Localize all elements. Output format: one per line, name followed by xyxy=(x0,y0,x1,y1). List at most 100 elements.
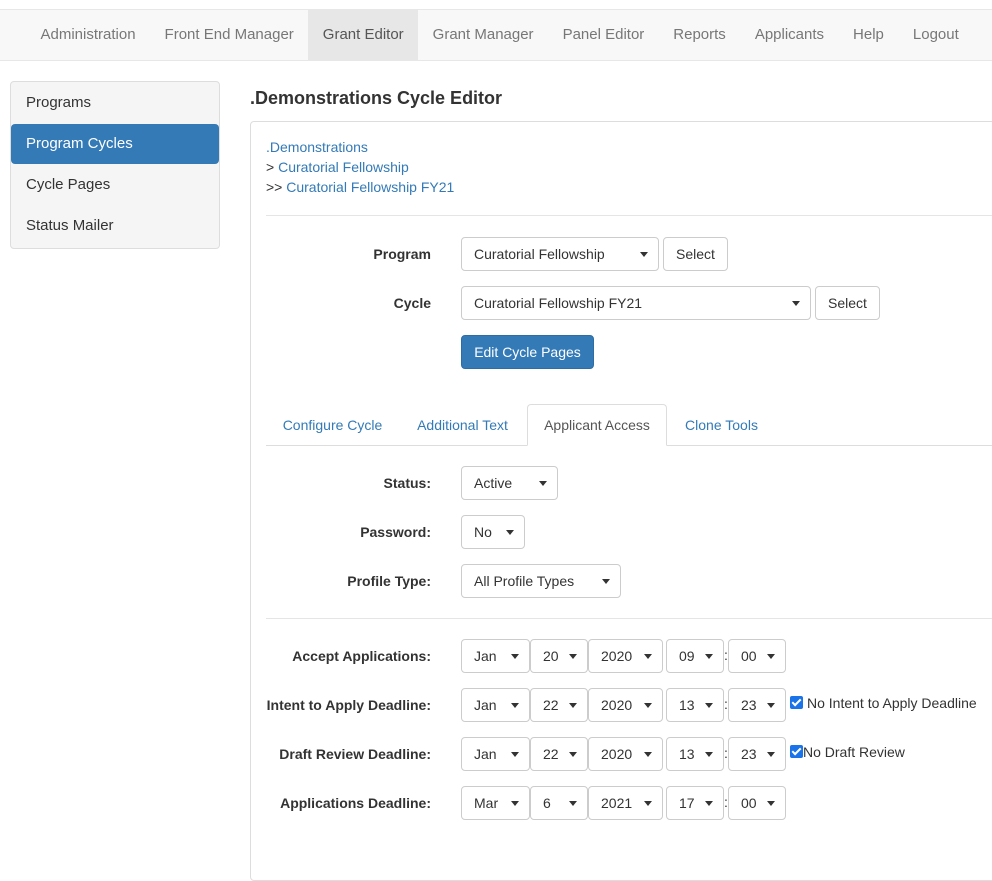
program-select-value: Curatorial Fellowship xyxy=(474,246,605,262)
minute-select[interactable]: 23 xyxy=(728,737,786,771)
tab-clone-tools[interactable]: Clone Tools xyxy=(669,404,774,446)
month-select[interactable]: Mar xyxy=(461,786,530,820)
chevron-down-icon xyxy=(644,752,652,757)
chevron-down-icon xyxy=(705,654,713,659)
nav-help[interactable]: Help xyxy=(839,10,899,60)
breadcrumb-separator: >> xyxy=(266,179,287,195)
program-select[interactable]: Curatorial Fellowship xyxy=(461,237,659,271)
hour-select[interactable]: 13 xyxy=(666,688,724,722)
no-draft-review-checkbox[interactable] xyxy=(790,745,803,758)
month-value: Mar xyxy=(474,795,499,811)
day-value: 6 xyxy=(543,795,551,811)
chevron-down-icon xyxy=(705,801,713,806)
edit-cycle-pages-button[interactable]: Edit Cycle Pages xyxy=(461,335,594,369)
chevron-down-icon xyxy=(792,301,800,306)
year-select[interactable]: 2020 xyxy=(588,688,663,722)
hour-select[interactable]: 17 xyxy=(666,786,724,820)
cycle-select-button[interactable]: Select xyxy=(815,286,880,320)
breadcrumb: .Demonstrations > Curatorial Fellowship … xyxy=(266,137,454,197)
hour-select[interactable]: 13 xyxy=(666,737,724,771)
year-value: 2020 xyxy=(601,697,633,713)
no-intent-checkbox[interactable] xyxy=(790,696,803,709)
cycle-label: Cycle xyxy=(393,295,431,311)
profile-type-label: Profile Type: xyxy=(347,573,431,589)
minute-select[interactable]: 00 xyxy=(728,639,786,673)
hour-value: 13 xyxy=(679,697,695,713)
chevron-down-icon xyxy=(569,752,577,757)
chevron-down-icon xyxy=(539,481,547,486)
chevron-down-icon xyxy=(569,801,577,806)
sidebar-item-cycle-pages[interactable]: Cycle Pages xyxy=(11,165,219,205)
day-value: 22 xyxy=(543,746,559,762)
date-row-label: Accept Applications: xyxy=(292,648,431,664)
day-select[interactable]: 22 xyxy=(530,737,588,771)
year-value: 2020 xyxy=(601,746,633,762)
top-navbar: Administration Front End Manager Grant E… xyxy=(0,9,992,61)
minute-value: 23 xyxy=(741,697,757,713)
hour-value: 17 xyxy=(679,795,695,811)
month-select[interactable]: Jan xyxy=(461,639,530,673)
nav-administration[interactable]: Administration xyxy=(26,10,150,60)
day-value: 22 xyxy=(543,697,559,713)
hour-value: 09 xyxy=(679,648,695,664)
hour-value: 13 xyxy=(679,746,695,762)
year-select[interactable]: 2020 xyxy=(588,639,663,673)
year-select[interactable]: 2021 xyxy=(588,786,663,820)
chevron-down-icon xyxy=(705,703,713,708)
password-label: Password: xyxy=(360,524,431,540)
nav-grant-editor[interactable]: Grant Editor xyxy=(308,10,419,60)
year-value: 2021 xyxy=(601,795,633,811)
day-select[interactable]: 6 xyxy=(530,786,588,820)
breadcrumb-link-cycle[interactable]: Curatorial Fellowship FY21 xyxy=(286,179,454,195)
nav-panel-editor[interactable]: Panel Editor xyxy=(548,10,659,60)
chevron-down-icon xyxy=(644,801,652,806)
chevron-down-icon xyxy=(506,530,514,535)
status-select-value: Active xyxy=(474,475,513,491)
program-select-button[interactable]: Select xyxy=(663,237,728,271)
breadcrumb-link-program[interactable]: Curatorial Fellowship xyxy=(278,159,409,175)
chevron-down-icon xyxy=(511,654,519,659)
cycle-select-value: Curatorial Fellowship FY21 xyxy=(474,295,643,311)
no-draft-review-checkbox-label: No Draft Review xyxy=(803,744,905,760)
top-nav-menu: Administration Front End Manager Grant E… xyxy=(26,10,973,60)
month-select[interactable]: Jan xyxy=(461,737,530,771)
chevron-down-icon xyxy=(511,752,519,757)
day-select[interactable]: 20 xyxy=(530,639,588,673)
chevron-down-icon xyxy=(640,252,648,257)
sidebar-item-programs[interactable]: Programs xyxy=(11,83,219,123)
date-row-label: Intent to Apply Deadline: xyxy=(266,697,431,713)
profile-type-select[interactable]: All Profile Types xyxy=(461,564,621,598)
nav-reports[interactable]: Reports xyxy=(659,10,741,60)
minute-value: 00 xyxy=(741,648,757,664)
nav-grant-manager[interactable]: Grant Manager xyxy=(418,10,548,60)
sidebar-item-program-cycles[interactable]: Program Cycles xyxy=(11,124,219,164)
password-select-value: No xyxy=(474,524,492,540)
breadcrumb-link-demonstrations[interactable]: .Demonstrations xyxy=(266,139,368,155)
tab-applicant-access[interactable]: Applicant Access xyxy=(527,404,667,446)
month-select[interactable]: Jan xyxy=(461,688,530,722)
minute-select[interactable]: 00 xyxy=(728,786,786,820)
cycle-select[interactable]: Curatorial Fellowship FY21 xyxy=(461,286,811,320)
chevron-down-icon xyxy=(767,703,775,708)
tab-configure-cycle[interactable]: Configure Cycle xyxy=(266,404,399,446)
chevron-down-icon xyxy=(602,579,610,584)
chevron-down-icon xyxy=(569,654,577,659)
nav-logout[interactable]: Logout xyxy=(898,10,973,60)
day-value: 20 xyxy=(543,648,559,664)
sidebar-item-status-mailer[interactable]: Status Mailer xyxy=(11,206,219,246)
status-select[interactable]: Active xyxy=(461,466,558,500)
year-value: 2020 xyxy=(601,648,633,664)
chevron-down-icon xyxy=(705,752,713,757)
chevron-down-icon xyxy=(569,703,577,708)
password-select[interactable]: No xyxy=(461,515,525,549)
nav-applicants[interactable]: Applicants xyxy=(740,10,838,60)
month-value: Jan xyxy=(474,746,497,762)
nav-front-end-manager[interactable]: Front End Manager xyxy=(150,10,308,60)
chevron-down-icon xyxy=(644,654,652,659)
tab-additional-text[interactable]: Additional Text xyxy=(400,404,525,446)
year-select[interactable]: 2020 xyxy=(588,737,663,771)
breadcrumb-separator: > xyxy=(266,159,279,175)
hour-select[interactable]: 09 xyxy=(666,639,724,673)
minute-select[interactable]: 23 xyxy=(728,688,786,722)
day-select[interactable]: 22 xyxy=(530,688,588,722)
